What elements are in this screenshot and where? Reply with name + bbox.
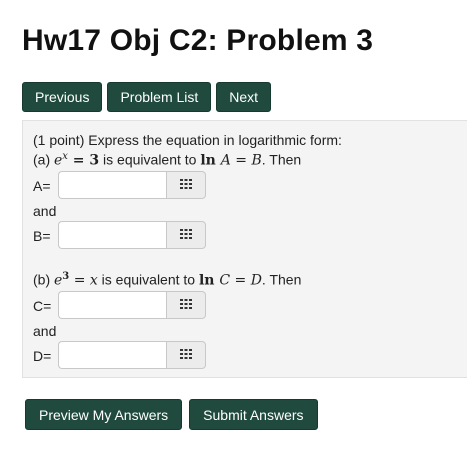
part-b-log: ln (198, 272, 220, 289)
page-title: Hw17 Obj C2: Problem 3 (22, 24, 374, 57)
problem-panel: (1 point) Express the equation in logari… (22, 120, 467, 378)
answer-field-a (58, 171, 206, 199)
part-b-suffix: . Then (261, 271, 302, 288)
answer-field-d (58, 341, 206, 369)
keypad-grid-icon (180, 296, 192, 314)
field-label-b: B= (33, 228, 51, 244)
part-b-rhs: = x (69, 272, 98, 289)
math-keyboard-button-a[interactable] (166, 171, 206, 199)
part-a-rhs: = 3 (67, 152, 100, 169)
field-label-c: C= (33, 298, 52, 314)
problem-list-button[interactable]: Problem List (107, 82, 212, 112)
math-keyboard-button-d[interactable] (166, 341, 206, 369)
answer-field-b (58, 221, 206, 249)
answer-actions: Preview My Answers Submit Answers (25, 399, 318, 430)
preview-answers-button[interactable]: Preview My Answers (25, 399, 183, 430)
part-b-statement: (b) e3 = x is equivalent to ln C = D. Th… (33, 271, 301, 289)
answer-input-a[interactable] (58, 171, 166, 199)
math-keyboard-button-b[interactable] (166, 221, 206, 249)
part-a-prefix: (a) (33, 151, 54, 168)
field-label-d: D= (33, 348, 52, 364)
answer-input-b[interactable] (58, 221, 166, 249)
part-a-mid: is equivalent to (99, 151, 201, 168)
field-label-a: A= (33, 178, 51, 194)
part-a-statement: (a) ex = 3 is equivalent to ln A = B. Th… (33, 151, 301, 169)
part-a-log-arg: A (220, 152, 231, 169)
previous-button[interactable]: Previous (22, 82, 103, 112)
and-text-2: and (33, 323, 57, 339)
part-a-suffix: . Then (261, 151, 302, 168)
keypad-grid-icon (180, 346, 192, 364)
problem-navigation: Previous Problem List Next (22, 82, 272, 112)
part-b-prefix: (b) (33, 271, 54, 288)
answer-input-c[interactable] (58, 291, 166, 319)
keypad-grid-icon (180, 226, 192, 244)
problem-intro: (1 point) Express the equation in logari… (33, 132, 342, 148)
part-b-log-arg: C (219, 272, 231, 289)
submit-answers-button[interactable]: Submit Answers (189, 399, 318, 430)
keypad-grid-icon (180, 176, 192, 194)
part-a-log: ln (200, 152, 221, 169)
math-keyboard-button-c[interactable] (166, 291, 206, 319)
answer-input-d[interactable] (58, 341, 166, 369)
part-a-log-rhs: = B (230, 152, 262, 169)
part-b-log-rhs: = D (230, 272, 262, 289)
next-button[interactable]: Next (216, 82, 272, 112)
answer-field-c (58, 291, 206, 319)
part-b-mid: is equivalent to (97, 271, 199, 288)
and-text-1: and (33, 203, 57, 219)
